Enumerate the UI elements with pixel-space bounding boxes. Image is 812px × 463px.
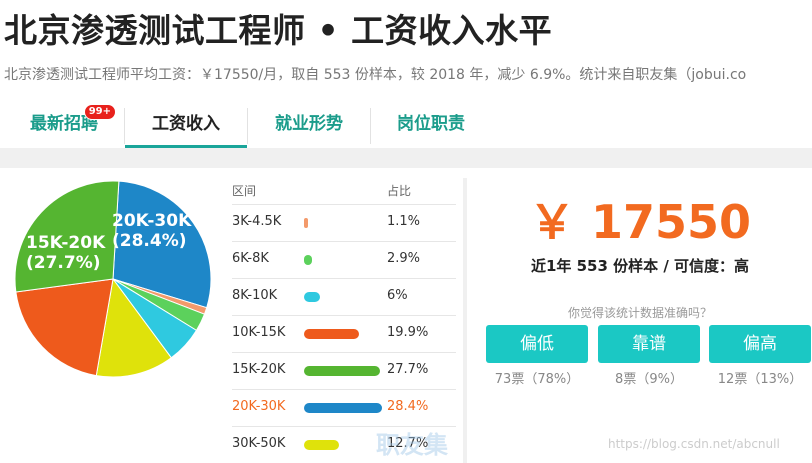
vote-high-button[interactable]: 偏高	[709, 325, 811, 363]
vote-low-count: 73票（78%）	[494, 372, 580, 387]
pie-label-pct: (27.7%)	[26, 253, 101, 273]
range-label: 6K-8K	[232, 251, 269, 266]
watermark-url: https://blog.csdn.net/abcnull	[608, 437, 780, 451]
pie-label-pct: (28.4%)	[112, 231, 187, 251]
range-label: 30K-50K	[232, 436, 286, 451]
vote-accurate-button[interactable]: 靠谱	[598, 325, 700, 363]
range-label: 15K-20K	[232, 362, 286, 377]
average-salary: ￥ 17550	[528, 195, 752, 249]
tab-latest-jobs[interactable]: 最新招聘 99+	[14, 100, 116, 148]
share-pct: 27.7%	[387, 362, 429, 377]
share-pct: 19.9%	[387, 325, 429, 340]
column-header-range: 区间	[232, 184, 257, 198]
share-bar	[304, 366, 381, 376]
distribution-row: 3K-4.5K 1.1%	[232, 204, 456, 241]
distribution-row: 15K-20K 27.7%	[232, 352, 456, 389]
pie-label-15k-20k: 15K-20K (27.7%)	[26, 233, 105, 273]
range-label: 8K-10K	[232, 288, 278, 303]
salary-pie-chart	[14, 180, 212, 378]
pie-slice-10k-15k	[15, 278, 114, 377]
job-count-badge: 99+	[83, 104, 116, 120]
vote-high-count: 12票（13%）	[717, 372, 803, 387]
share-bar	[304, 440, 339, 450]
share-pct: 1.1%	[387, 214, 421, 229]
tab-job-duties[interactable]: 岗位职责	[371, 100, 491, 148]
pie-label-20k-30k: 20K-30K (28.4%)	[112, 211, 191, 251]
share-pct: 28.4%	[387, 399, 429, 414]
section-divider	[0, 148, 812, 168]
pie-label-range: 15K-20K	[26, 233, 106, 253]
salary-summary: 北京渗透测试工程师平均工资：￥17550/月，取自 553 份样本，较 2018…	[4, 67, 747, 83]
share-pct: 2.9%	[387, 251, 421, 266]
share-bar	[304, 255, 312, 265]
distribution-row: 10K-15K 19.9%	[232, 315, 456, 352]
tab-label: 工资收入	[152, 114, 220, 134]
share-bar	[304, 329, 359, 339]
share-bar	[304, 292, 321, 302]
panel-divider	[463, 178, 467, 463]
watermark-logo: 职友集	[376, 431, 448, 459]
accuracy-question: 你觉得该统计数据准确吗？	[567, 306, 712, 320]
pie-label-range: 20K-30K	[112, 211, 192, 231]
range-label: 20K-30K	[232, 399, 286, 414]
share-pct: 6%	[387, 288, 408, 303]
distribution-row: 6K-8K 2.9%	[232, 241, 456, 278]
vote-low-button[interactable]: 偏低	[486, 325, 588, 363]
tab-salary[interactable]: 工资收入	[125, 100, 247, 148]
tab-bar: 最新招聘 99+ 工资收入 就业形势 岗位职责	[0, 100, 812, 148]
sample-info: 近1年 553 份样本 / 可信度：高	[530, 257, 750, 275]
vote-accurate-count: 8票（9%）	[615, 372, 683, 387]
tab-employment-trend[interactable]: 就业形势	[248, 100, 370, 148]
tab-label: 岗位职责	[397, 114, 465, 134]
page-title: 北京渗透测试工程师 • 工资收入水平	[4, 11, 553, 50]
column-header-pct: 占比	[387, 184, 412, 198]
range-label: 10K-15K	[232, 325, 286, 340]
share-bar	[304, 403, 382, 413]
distribution-row: 20K-30K 28.4%	[232, 389, 456, 426]
share-bar	[304, 218, 308, 228]
tab-label: 就业形势	[275, 114, 343, 134]
distribution-row: 8K-10K 6%	[232, 278, 456, 315]
range-label: 3K-4.5K	[232, 214, 282, 229]
